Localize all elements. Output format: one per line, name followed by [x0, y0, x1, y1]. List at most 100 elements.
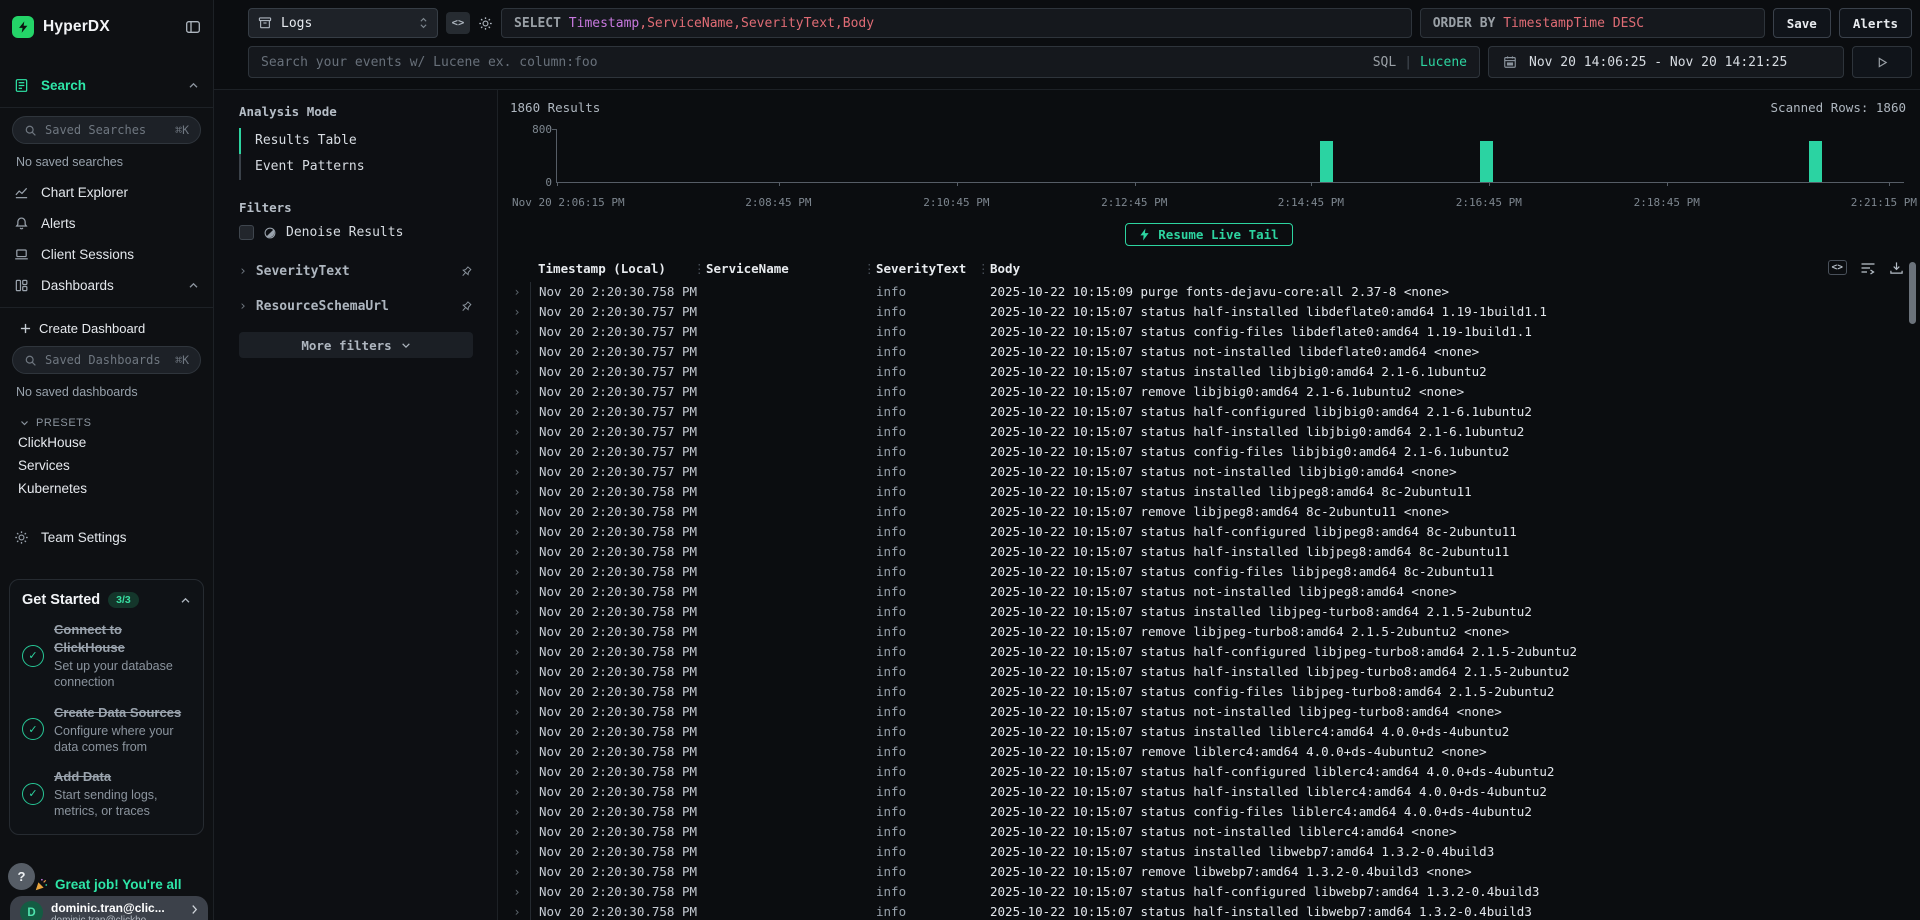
sidebar-item-search[interactable]: Search [0, 70, 213, 101]
row-expand-chevron[interactable]: › [504, 322, 530, 342]
event-search-bar[interactable]: SQL | Lucene [248, 46, 1480, 78]
table-row[interactable]: › Nov 20 2:20:30.758 PM info 2025-10-22 … [504, 482, 1920, 502]
get-started-header[interactable]: Get Started 3/3 [22, 592, 191, 608]
mode-event-patterns[interactable]: Event Patterns [239, 154, 473, 180]
row-expand-chevron[interactable]: › [504, 282, 530, 302]
chart-plot[interactable] [556, 129, 1904, 183]
row-expand-chevron[interactable]: › [504, 482, 530, 502]
table-row[interactable]: › Nov 20 2:20:30.758 PM info 2025-10-22 … [504, 642, 1920, 662]
more-filters-button[interactable]: More filters [239, 332, 473, 358]
table-row[interactable]: › Nov 20 2:20:30.758 PM info 2025-10-22 … [504, 582, 1920, 602]
mode-results-table[interactable]: Results Table [239, 128, 473, 154]
row-expand-chevron[interactable]: › [504, 622, 530, 642]
scrollbar-thumb[interactable] [1909, 262, 1916, 324]
column-header-body[interactable]: Body [982, 258, 1920, 282]
sidebar-item-alerts[interactable]: Alerts [0, 208, 213, 239]
row-expand-chevron[interactable]: › [504, 722, 530, 742]
row-expand-chevron[interactable]: › [504, 682, 530, 702]
filter-group-resourceschemaurl[interactable]: › ResourceSchemaUrl [239, 289, 473, 324]
download-icon[interactable] [1889, 261, 1904, 275]
column-header-timestamp[interactable]: Timestamp (Local) [530, 258, 698, 282]
table-row[interactable]: › Nov 20 2:20:30.757 PM info 2025-10-22 … [504, 402, 1920, 422]
row-expand-chevron[interactable]: › [504, 422, 530, 442]
wrap-lines-icon[interactable] [1860, 261, 1876, 275]
source-select[interactable]: Logs [248, 8, 438, 38]
table-row[interactable]: › Nov 20 2:20:30.758 PM info 2025-10-22 … [504, 522, 1920, 542]
table-row[interactable]: › Nov 20 2:20:30.758 PM info 2025-10-22 … [504, 742, 1920, 762]
table-row[interactable]: › Nov 20 2:20:30.757 PM info 2025-10-22 … [504, 362, 1920, 382]
row-expand-chevron[interactable]: › [504, 302, 530, 322]
preset-clickhouse[interactable]: ClickHouse [0, 431, 213, 454]
row-expand-chevron[interactable]: › [504, 402, 530, 422]
column-header-servicename[interactable]: ServiceName [698, 258, 868, 282]
row-expand-chevron[interactable]: › [504, 362, 530, 382]
row-expand-chevron[interactable]: › [504, 782, 530, 802]
filter-group-severitytext[interactable]: › SeverityText [239, 254, 473, 289]
get-started-item-sources[interactable]: ✓ Create Data Sources Configure where yo… [22, 704, 191, 756]
preset-kubernetes[interactable]: Kubernetes [0, 477, 213, 500]
table-row[interactable]: › Nov 20 2:20:30.758 PM info 2025-10-22 … [504, 562, 1920, 582]
pin-icon[interactable] [459, 265, 473, 279]
save-button[interactable]: Save [1773, 8, 1831, 38]
table-row[interactable]: › Nov 20 2:20:30.757 PM info 2025-10-22 … [504, 442, 1920, 462]
table-row[interactable]: › Nov 20 2:20:30.758 PM info 2025-10-22 … [504, 882, 1920, 902]
preset-services[interactable]: Services [0, 454, 213, 477]
row-expand-chevron[interactable]: › [504, 902, 530, 920]
row-expand-chevron[interactable]: › [504, 862, 530, 882]
saved-searches-input[interactable]: Saved Searches ⌘K [12, 116, 201, 144]
row-expand-chevron[interactable]: › [504, 742, 530, 762]
row-expand-chevron[interactable]: › [504, 822, 530, 842]
table-row[interactable]: › Nov 20 2:20:30.757 PM info 2025-10-22 … [504, 422, 1920, 442]
table-row[interactable]: › Nov 20 2:20:30.758 PM info 2025-10-22 … [504, 722, 1920, 742]
alerts-button[interactable]: Alerts [1839, 8, 1912, 38]
row-expand-chevron[interactable]: › [504, 602, 530, 622]
pin-icon[interactable] [459, 300, 473, 314]
table-row[interactable]: › Nov 20 2:20:30.758 PM info 2025-10-22 … [504, 602, 1920, 622]
date-range-picker[interactable]: Nov 20 14:06:25 - Nov 20 14:21:25 [1488, 46, 1844, 78]
column-header-severitytext[interactable]: SeverityText [868, 258, 982, 282]
table-row[interactable]: › Nov 20 2:20:30.758 PM info 2025-10-22 … [504, 622, 1920, 642]
get-started-item-add-data[interactable]: ✓ Add Data Start sending logs, metrics, … [22, 768, 191, 820]
sidebar-item-dashboards[interactable]: Dashboards [0, 270, 213, 301]
denoise-results-toggle[interactable]: Denoise Results [239, 225, 473, 240]
row-expand-chevron[interactable]: › [504, 842, 530, 862]
row-expand-chevron[interactable]: › [504, 802, 530, 822]
search-input[interactable] [261, 55, 1365, 70]
table-row[interactable]: › Nov 20 2:20:30.758 PM info 2025-10-22 … [504, 782, 1920, 802]
source-settings-gear-icon[interactable] [478, 16, 493, 31]
row-expand-chevron[interactable]: › [504, 542, 530, 562]
row-expand-chevron[interactable]: › [504, 382, 530, 402]
table-row[interactable]: › Nov 20 2:20:30.757 PM info 2025-10-22 … [504, 302, 1920, 322]
row-expand-chevron[interactable]: › [504, 502, 530, 522]
denoise-checkbox[interactable] [239, 225, 254, 240]
table-row[interactable]: › Nov 20 2:20:30.758 PM info 2025-10-22 … [504, 662, 1920, 682]
create-dashboard-button[interactable]: Create Dashboard [0, 314, 213, 338]
row-expand-chevron[interactable]: › [504, 702, 530, 722]
sql-editor-toggle-icon[interactable]: <> [446, 12, 470, 34]
user-account-chip[interactable]: D dominic.tran@clic... dominic.tran@clic… [10, 896, 208, 920]
sidebar-item-team-settings[interactable]: Team Settings [0, 522, 213, 553]
table-row[interactable]: › Nov 20 2:20:30.757 PM info 2025-10-22 … [504, 462, 1920, 482]
table-row[interactable]: › Nov 20 2:20:30.757 PM info 2025-10-22 … [504, 342, 1920, 362]
presets-section-toggle[interactable]: PRESETS [0, 407, 213, 431]
table-row[interactable]: › Nov 20 2:20:30.758 PM info 2025-10-22 … [504, 802, 1920, 822]
row-expand-chevron[interactable]: › [504, 522, 530, 542]
table-row[interactable]: › Nov 20 2:20:30.758 PM info 2025-10-22 … [504, 842, 1920, 862]
sidebar-collapse-icon[interactable] [185, 19, 201, 35]
orderby-clause-editor[interactable]: ORDER BY TimestampTime DESC [1420, 8, 1765, 38]
row-expand-chevron[interactable]: › [504, 642, 530, 662]
sidebar-item-client-sessions[interactable]: Client Sessions [0, 239, 213, 270]
row-expand-chevron[interactable]: › [504, 342, 530, 362]
table-row[interactable]: › Nov 20 2:20:30.758 PM info 2025-10-22 … [504, 702, 1920, 722]
help-button[interactable]: ? [8, 863, 35, 890]
row-expand-chevron[interactable]: › [504, 462, 530, 482]
saved-dashboards-input[interactable]: Saved Dashboards ⌘K [12, 346, 201, 374]
table-row[interactable]: › Nov 20 2:20:30.758 PM info 2025-10-22 … [504, 762, 1920, 782]
table-row[interactable]: › Nov 20 2:20:30.758 PM info 2025-10-22 … [504, 682, 1920, 702]
get-started-item-connect[interactable]: ✓ Connect to ClickHouse Set up your data… [22, 621, 191, 691]
table-row[interactable]: › Nov 20 2:20:30.757 PM info 2025-10-22 … [504, 322, 1920, 342]
row-expand-chevron[interactable]: › [504, 762, 530, 782]
table-row[interactable]: › Nov 20 2:20:30.758 PM info 2025-10-22 … [504, 902, 1920, 920]
mode-lucene-toggle[interactable]: Lucene [1420, 55, 1467, 70]
row-expand-chevron[interactable]: › [504, 562, 530, 582]
